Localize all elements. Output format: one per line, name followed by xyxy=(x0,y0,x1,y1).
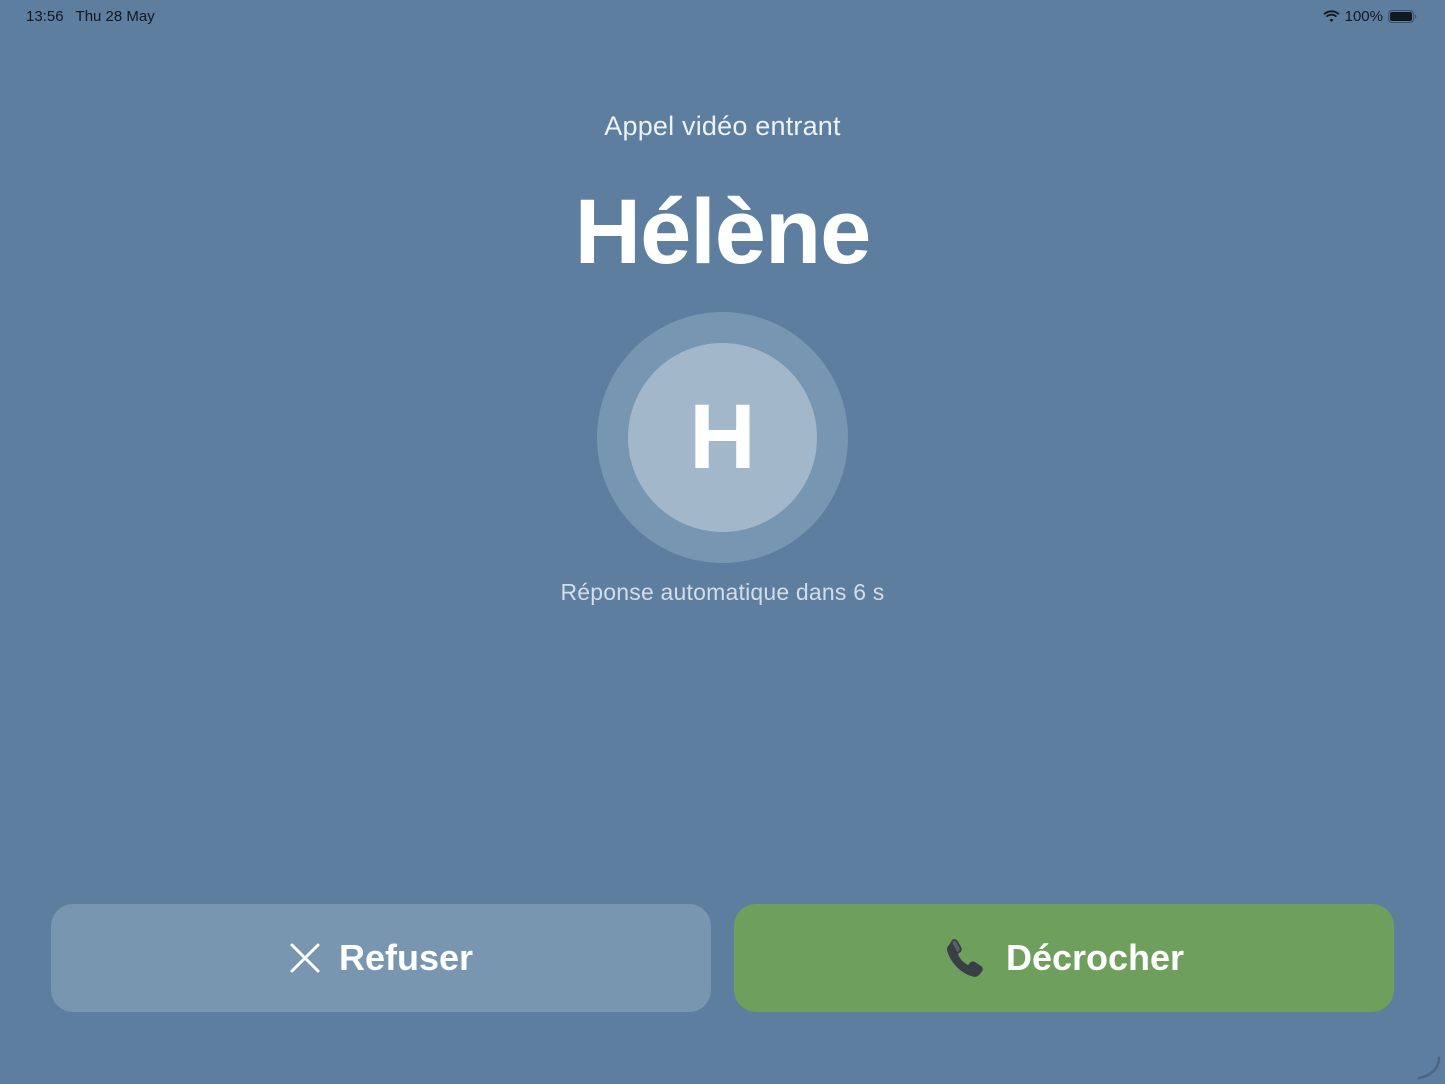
status-time: 13:56 xyxy=(26,8,64,25)
status-bar: 13:56 Thu 28 May 100% xyxy=(0,0,1445,34)
decline-label: Refuser xyxy=(338,937,474,978)
avatar-initial: H xyxy=(689,386,756,488)
avatar-ring: H xyxy=(597,312,848,563)
call-type-label: Appel vidéo entrant xyxy=(604,111,841,141)
wifi-icon xyxy=(1323,10,1340,23)
decline-button[interactable]: Refuser xyxy=(51,904,711,1012)
battery-percentage: 100% xyxy=(1344,8,1383,25)
auto-answer-countdown: Réponse automatique dans 6 s xyxy=(560,579,885,605)
battery-full-icon xyxy=(1388,10,1417,23)
status-date: Thu 28 May xyxy=(75,8,155,25)
status-left: 13:56 Thu 28 May xyxy=(26,8,155,25)
accept-label: Décrocher xyxy=(1005,937,1185,978)
caller-name: Hélène xyxy=(574,181,872,283)
incoming-call-screen: 13:56 Thu 28 May 100% Appel vidéo entran… xyxy=(0,0,1445,1084)
close-icon xyxy=(289,942,321,974)
phone-icon xyxy=(944,936,988,980)
status-right: 100% xyxy=(1323,8,1417,25)
home-indicator-corner xyxy=(1417,1056,1441,1080)
avatar: H xyxy=(628,343,817,532)
accept-button[interactable]: Décrocher xyxy=(734,904,1394,1012)
